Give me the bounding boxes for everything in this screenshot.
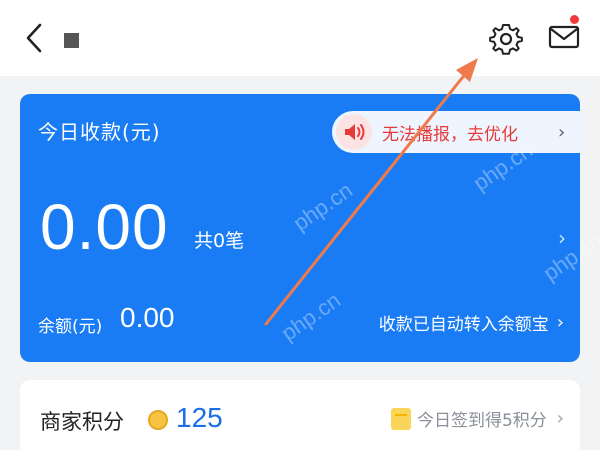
broadcast-notice-text: 无法播报，去优化 <box>382 124 518 145</box>
mail-icon <box>548 25 580 49</box>
page-title-placeholder <box>64 33 79 48</box>
chevron-right-icon: › <box>558 121 566 143</box>
unread-badge <box>569 14 580 25</box>
balance-value: 0.00 <box>120 302 175 333</box>
chevron-right-icon[interactable]: › <box>558 226 566 250</box>
speaker-icon <box>336 114 372 150</box>
balance-label: 余额(元) <box>38 317 103 337</box>
settings-button[interactable] <box>486 20 526 58</box>
back-button[interactable] <box>18 20 50 56</box>
coin-icon <box>148 410 168 430</box>
broadcast-optimize-button[interactable]: 无法播报，去优化 › <box>332 111 582 153</box>
checkin-text: 今日签到得5积分 <box>416 411 547 431</box>
merchant-points-value: 125 <box>176 402 223 433</box>
auto-transfer-link[interactable]: 收款已自动转入余额宝 › <box>379 310 564 335</box>
today-income-title: 今日收款(元) <box>38 120 161 144</box>
merchant-points-label: 商家积分 <box>40 410 124 434</box>
today-income-card[interactable]: 今日收款(元) 无法播报，去优化 › 0.00 共0笔 › 余额(元) 0.00… <box>20 94 600 362</box>
gear-icon <box>489 24 523 55</box>
watermark: php.cn <box>288 177 357 236</box>
watermark: php.cn <box>538 227 600 286</box>
daily-checkin-link[interactable]: 今日签到得5积分 › <box>390 406 564 431</box>
top-bar <box>0 0 600 76</box>
merchant-points-row[interactable]: 商家积分 125 今日签到得5积分 › <box>20 380 580 450</box>
checkin-icon <box>390 407 411 430</box>
transaction-count: 共0笔 <box>194 230 245 252</box>
chevron-left-icon <box>26 23 42 53</box>
chevron-right-icon: › <box>556 312 564 333</box>
messages-button[interactable] <box>544 14 584 56</box>
watermark: php.cn <box>276 287 345 346</box>
auto-transfer-text: 收款已自动转入余额宝 <box>378 315 549 335</box>
chevron-right-icon: › <box>556 408 564 429</box>
today-income-amount: 0.00 <box>40 191 169 263</box>
